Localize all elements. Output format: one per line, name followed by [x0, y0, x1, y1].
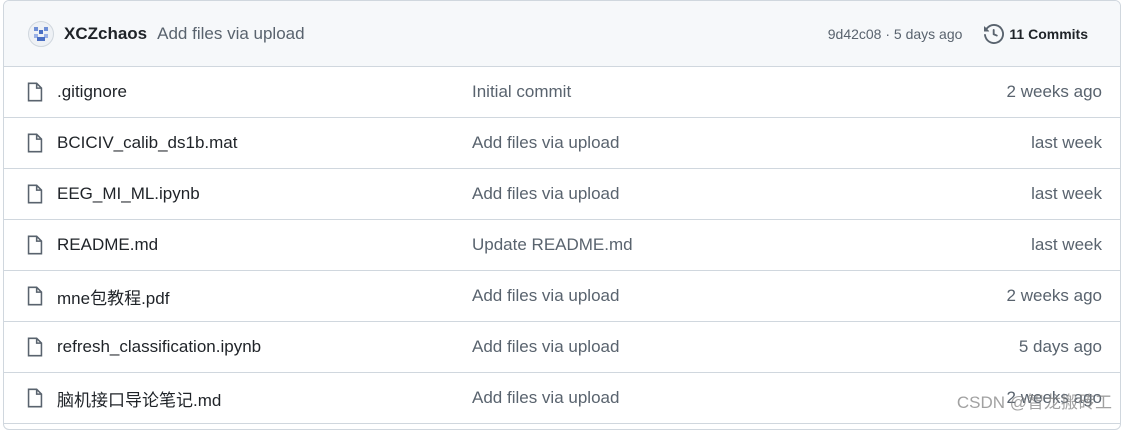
file-row: refresh_classification.ipynb Add files v… — [4, 322, 1120, 373]
file-icon — [27, 82, 43, 102]
commit-author[interactable]: XCZchaos — [64, 24, 147, 44]
latest-commit-header: XCZchaos Add files via upload 9d42c08 · … — [4, 1, 1120, 67]
file-commit-link[interactable]: Update README.md — [472, 235, 633, 255]
file-icon — [27, 286, 43, 306]
commit-message[interactable]: Add files via upload — [157, 24, 304, 44]
file-age: last week — [1031, 133, 1102, 152]
file-row: EEG_MI_ML.ipynb Add files via upload las… — [4, 169, 1120, 220]
file-name-link[interactable]: mne包教程.pdf — [57, 284, 169, 309]
history-icon — [984, 23, 1005, 44]
csdn-watermark: CSDN @智龙搬砖工 — [956, 393, 1112, 412]
file-commit-link[interactable]: Add files via upload — [472, 184, 619, 204]
file-row: 脑机接口导论笔记.md Add files via upload 2 weeks… — [4, 373, 1120, 424]
file-age: last week — [1031, 235, 1102, 254]
file-browser: XCZchaos Add files via upload 9d42c08 · … — [3, 0, 1121, 430]
commit-sha-date[interactable]: 9d42c08 · 5 days ago — [828, 26, 963, 42]
file-age: 2 weeks ago — [1006, 82, 1102, 101]
file-name-link[interactable]: .gitignore — [57, 82, 127, 102]
author-avatar[interactable] — [28, 20, 54, 47]
file-commit-link[interactable]: Add files via upload — [472, 286, 619, 306]
file-icon — [27, 133, 43, 153]
commits-history-link[interactable]: 11 Commits — [984, 20, 1104, 48]
commits-count-label: 11 Commits — [1009, 25, 1088, 42]
file-age: 2 weeks ago — [1006, 286, 1102, 305]
file-row: .gitignore Initial commit 2 weeks ago — [4, 67, 1120, 118]
file-commit-link[interactable]: Add files via upload — [472, 133, 619, 153]
file-icon — [27, 337, 43, 357]
file-name-link[interactable]: README.md — [57, 235, 158, 255]
file-icon — [27, 388, 43, 408]
file-name-link[interactable]: 脑机接口导论笔记.md — [57, 386, 221, 411]
file-icon — [27, 235, 43, 255]
file-icon — [27, 184, 43, 204]
file-commit-link[interactable]: Initial commit — [472, 82, 571, 102]
file-commit-link[interactable]: Add files via upload — [472, 337, 619, 357]
file-age: 5 days ago — [1018, 337, 1102, 356]
file-row: BCICIV_calib_ds1b.mat Add files via uplo… — [4, 118, 1120, 169]
file-name-link[interactable]: EEG_MI_ML.ipynb — [57, 184, 200, 204]
file-name-link[interactable]: refresh_classification.ipynb — [57, 337, 261, 357]
file-row: README.md Update README.md last week — [4, 220, 1120, 271]
file-commit-link[interactable]: Add files via upload — [472, 388, 619, 408]
file-row: mne包教程.pdf Add files via upload 2 weeks … — [4, 271, 1120, 322]
file-name-link[interactable]: BCICIV_calib_ds1b.mat — [57, 133, 237, 153]
identicon-avatar-icon — [34, 26, 48, 41]
file-age: last week — [1031, 184, 1102, 203]
